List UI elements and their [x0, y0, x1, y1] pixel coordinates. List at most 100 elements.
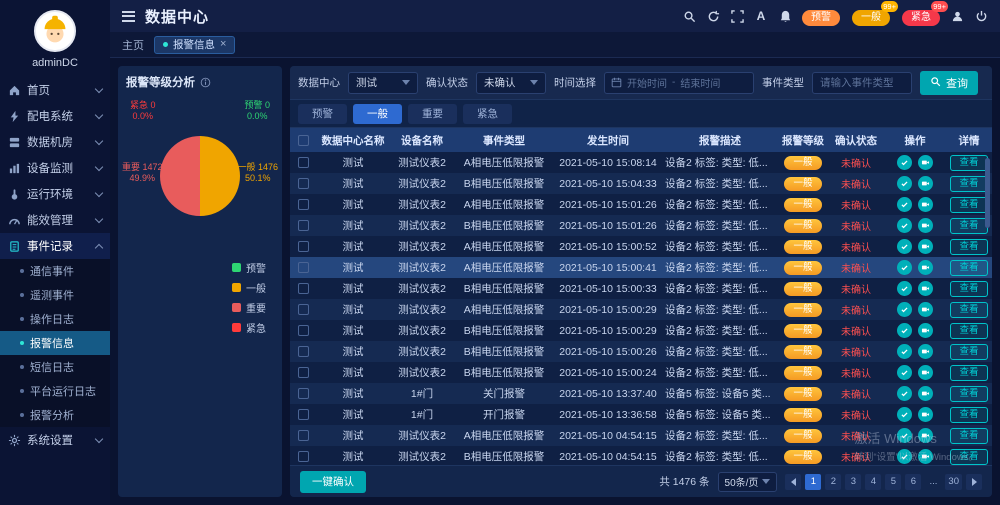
row-checkbox[interactable]	[298, 157, 309, 168]
row-checkbox[interactable]	[298, 241, 309, 252]
confirm-icon-button[interactable]	[897, 197, 912, 212]
page-3[interactable]: 3	[845, 474, 861, 490]
confirm-icon-button[interactable]	[897, 176, 912, 191]
confirm-icon-button[interactable]	[897, 449, 912, 464]
row-checkbox[interactable]	[298, 367, 309, 378]
confirm-icon-button[interactable]	[897, 407, 912, 422]
sidebar-item-power-distribution[interactable]: 配电系统	[0, 103, 110, 129]
camera-icon-button[interactable]	[918, 407, 933, 422]
view-button[interactable]: 查看	[950, 260, 987, 276]
view-button[interactable]: 查看	[950, 386, 987, 402]
view-button[interactable]: 查看	[950, 449, 987, 465]
close-icon[interactable]: ×	[220, 39, 226, 50]
row-checkbox[interactable]	[298, 199, 309, 210]
row-checkbox[interactable]	[298, 220, 309, 231]
critical-alarm-badge[interactable]: 紧急99+	[902, 7, 940, 26]
table-row[interactable]: 测试测试仪表2A相电压低限报警2021-05-10 15:08:14设备2 标签…	[290, 152, 992, 173]
breadcrumb-chip[interactable]: 报警信息 ×	[154, 36, 235, 54]
general-alarm-badge[interactable]: 一般99+	[852, 7, 890, 26]
row-checkbox[interactable]	[298, 451, 309, 462]
search-button[interactable]: 查询	[920, 71, 978, 95]
tab-一般[interactable]: 一般	[353, 104, 402, 124]
row-checkbox[interactable]	[298, 262, 309, 273]
sidebar-item-event-records[interactable]: 事件记录	[0, 233, 110, 259]
row-checkbox[interactable]	[298, 304, 309, 315]
view-button[interactable]: 查看	[950, 407, 987, 423]
row-checkbox[interactable]	[298, 388, 309, 399]
camera-icon-button[interactable]	[918, 155, 933, 170]
table-row[interactable]: 测试测试仪表2B相电压低限报警2021-05-10 15:00:29设备2 标签…	[290, 320, 992, 341]
confirm-icon-button[interactable]	[897, 218, 912, 233]
camera-icon-button[interactable]	[918, 449, 933, 464]
view-button[interactable]: 查看	[950, 428, 987, 444]
search-icon[interactable]	[682, 9, 696, 23]
confirm-icon-button[interactable]	[897, 281, 912, 296]
camera-icon-button[interactable]	[918, 281, 933, 296]
camera-icon-button[interactable]	[918, 428, 933, 443]
sidebar-item-environment[interactable]: 运行环境	[0, 181, 110, 207]
camera-icon-button[interactable]	[918, 239, 933, 254]
table-row[interactable]: 测试测试仪表2A相电压低限报警2021-05-10 15:00:52设备2 标签…	[290, 236, 992, 257]
sidebar-item-system-settings[interactable]: 系统设置	[0, 427, 110, 453]
sidebar-item-telemetry-events[interactable]: 遥测事件	[0, 283, 110, 307]
page-30[interactable]: 30	[945, 474, 962, 490]
sidebar-item-platform-run-log[interactable]: 平台运行日志	[0, 379, 110, 403]
prev-page-button[interactable]	[785, 474, 801, 490]
view-button[interactable]: 查看	[950, 197, 987, 213]
view-button[interactable]: 查看	[950, 155, 987, 171]
sidebar-item-alarm-analysis[interactable]: 报警分析	[0, 403, 110, 427]
sidebar-item-communication-events[interactable]: 通信事件	[0, 259, 110, 283]
page-5[interactable]: 5	[885, 474, 901, 490]
row-checkbox[interactable]	[298, 346, 309, 357]
page-4[interactable]: 4	[865, 474, 881, 490]
view-button[interactable]: 查看	[950, 176, 987, 192]
view-button[interactable]: 查看	[950, 218, 987, 234]
sidebar-item-energy[interactable]: 能效管理	[0, 207, 110, 233]
datacenter-select[interactable]: 测试	[348, 72, 418, 94]
confirm-icon-button[interactable]	[897, 155, 912, 170]
view-button[interactable]: 查看	[950, 302, 987, 318]
menu-toggle-icon[interactable]	[122, 11, 135, 22]
sidebar-item-home[interactable]: 首页	[0, 77, 110, 103]
confirm-status-select[interactable]: 未确认	[476, 72, 546, 94]
camera-icon-button[interactable]	[918, 176, 933, 191]
sidebar-item-operation-log[interactable]: 操作日志	[0, 307, 110, 331]
camera-icon-button[interactable]	[918, 323, 933, 338]
sidebar-item-equipment-monitor[interactable]: 设备监测	[0, 155, 110, 181]
confirm-icon-button[interactable]	[897, 239, 912, 254]
row-checkbox[interactable]	[298, 430, 309, 441]
page-1[interactable]: 1	[805, 474, 821, 490]
camera-icon-button[interactable]	[918, 344, 933, 359]
refresh-icon[interactable]	[706, 9, 720, 23]
scrollbar-thumb[interactable]	[985, 158, 990, 228]
page-2[interactable]: 2	[825, 474, 841, 490]
tab-预警[interactable]: 预警	[298, 104, 347, 124]
table-row[interactable]: 测试1#门开门报警2021-05-10 13:36:58设备5 标签: 设备5 …	[290, 404, 992, 425]
logout-icon[interactable]	[974, 9, 988, 23]
confirm-icon-button[interactable]	[897, 260, 912, 275]
view-button[interactable]: 查看	[950, 239, 987, 255]
tab-重要[interactable]: 重要	[408, 104, 457, 124]
view-button[interactable]: 查看	[950, 344, 987, 360]
view-button[interactable]: 查看	[950, 281, 987, 297]
table-row[interactable]: 测试测试仪表2B相电压低限报警2021-05-10 15:04:33设备2 标签…	[290, 173, 992, 194]
select-all-checkbox[interactable]	[298, 135, 309, 146]
table-row[interactable]: 测试测试仪表2A相电压低限报警2021-05-10 15:00:29设备2 标签…	[290, 299, 992, 320]
tab-紧急[interactable]: 紧急	[463, 104, 512, 124]
font-size-icon[interactable]: A	[754, 9, 768, 23]
user-icon[interactable]	[950, 9, 964, 23]
table-row[interactable]: 测试1#门关门报警2021-05-10 13:37:40设备5 标签: 设备5 …	[290, 383, 992, 404]
page-size-select[interactable]: 50条/页	[718, 472, 778, 492]
row-checkbox[interactable]	[298, 325, 309, 336]
scrollbar[interactable]	[985, 156, 991, 461]
sidebar-item-alarm-info[interactable]: 报警信息	[0, 331, 110, 355]
view-button[interactable]: 查看	[950, 323, 987, 339]
confirm-icon-button[interactable]	[897, 386, 912, 401]
breadcrumb-home[interactable]: 主页	[122, 37, 144, 53]
avatar[interactable]	[34, 10, 76, 52]
table-row[interactable]: 测试测试仪表2B相电压低限报警2021-05-10 15:00:26设备2 标签…	[290, 341, 992, 362]
table-row[interactable]: 测试测试仪表2A相电压低限报警2021-05-10 15:01:26设备2 标签…	[290, 194, 992, 215]
sidebar-item-sms-log[interactable]: 短信日志	[0, 355, 110, 379]
confirm-icon-button[interactable]	[897, 344, 912, 359]
page-6[interactable]: 6	[905, 474, 921, 490]
